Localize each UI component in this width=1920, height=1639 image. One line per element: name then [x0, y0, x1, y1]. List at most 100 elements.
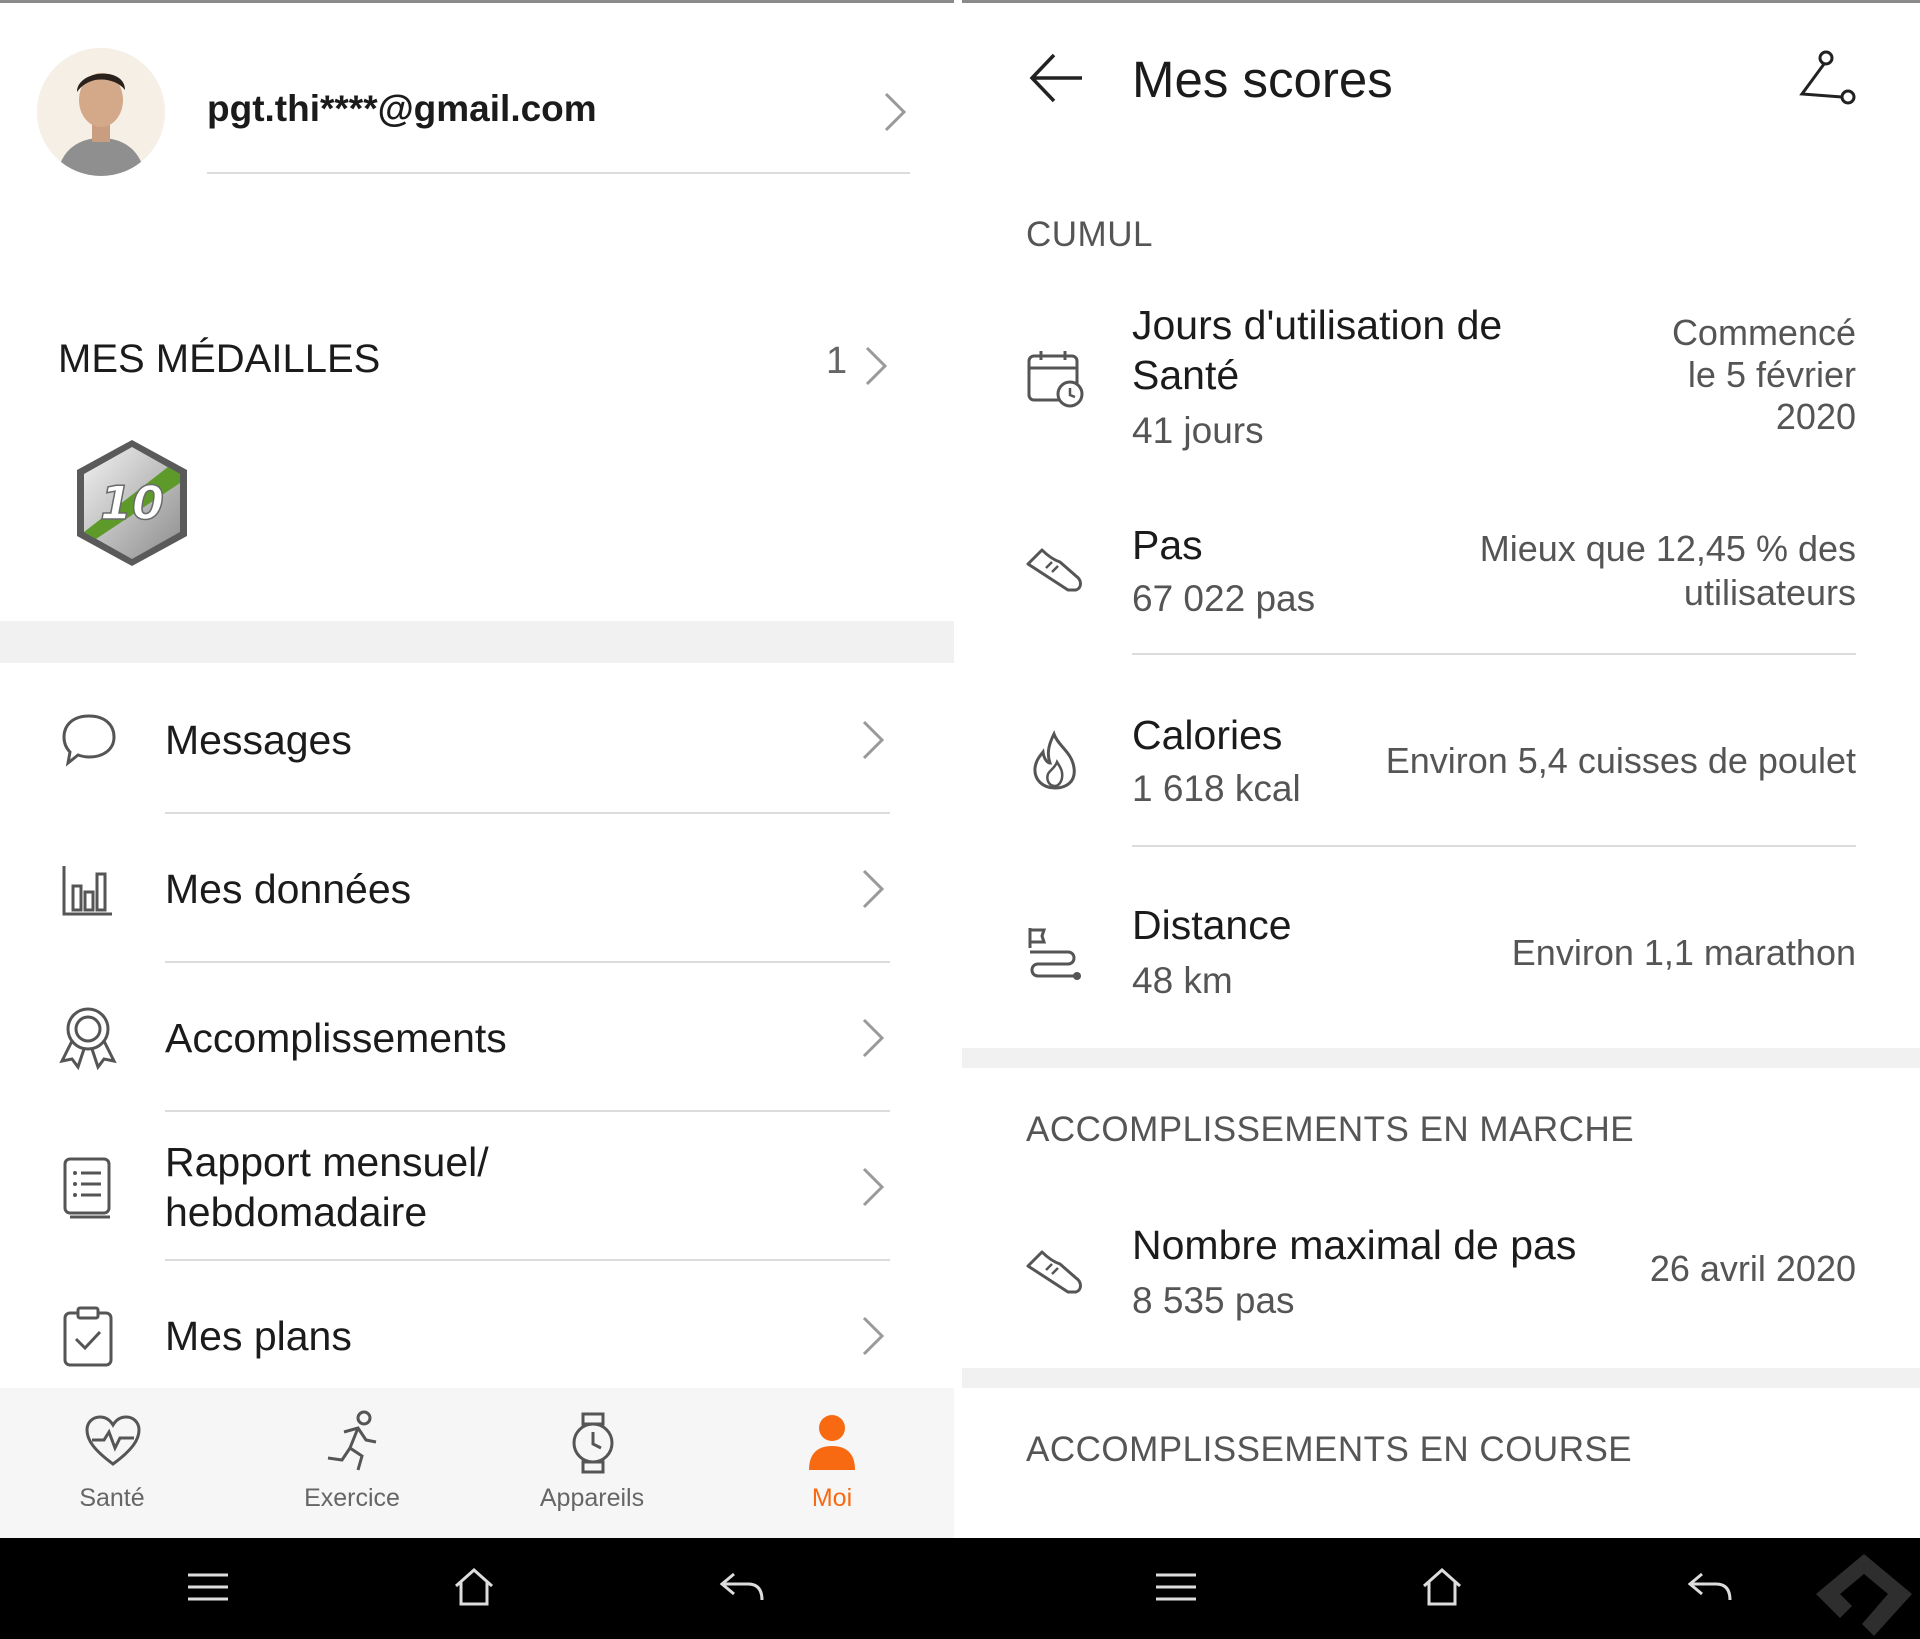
score-row-calories: Calories 1 618 kcal Environ 5,4 cuisses …: [962, 690, 1920, 840]
score-note: Commencé: [1671, 312, 1856, 353]
flame-icon: [1033, 730, 1076, 790]
section-heading: CUMUL: [1026, 215, 1153, 254]
menu-item-label: Messages: [165, 717, 352, 763]
tab-appareils[interactable]: Appareils: [492, 1388, 692, 1538]
score-title: Calories: [1132, 712, 1283, 758]
home-icon[interactable]: [1420, 1566, 1464, 1608]
medals-link[interactable]: 1: [818, 336, 898, 396]
score-row-distance: Distance 48 km Environ 1,1 marathon: [962, 880, 1920, 1030]
menu-item-accomplissements[interactable]: Accomplissements: [0, 963, 954, 1111]
watermark-logo-icon: [1816, 1554, 1912, 1636]
section-separator: [962, 1368, 1920, 1388]
score-note: 26 avril 2020: [1649, 1248, 1856, 1289]
menu-icon[interactable]: [1154, 1572, 1198, 1602]
award-icon: [59, 1007, 117, 1071]
back-arrow-icon[interactable]: [1028, 52, 1084, 104]
chevron-right-icon: [862, 1316, 885, 1356]
score-value: 1 618 kcal: [1132, 768, 1301, 809]
back-icon[interactable]: [1686, 1570, 1732, 1604]
medals-count: 1: [826, 340, 848, 382]
divider: [1132, 653, 1856, 655]
calendar-clock-icon: [1027, 351, 1084, 408]
running-icon: [327, 1410, 377, 1471]
chevron-right-icon: [862, 869, 885, 909]
score-row-steps: Pas 67 022 pas Mieux que 12,45 % des uti…: [962, 510, 1920, 650]
share-route-icon[interactable]: [1794, 50, 1856, 106]
bar-chart-icon: [62, 866, 112, 916]
tab-label: Appareils: [539, 1484, 645, 1512]
score-row-max-steps: Nombre maximal de pas 8 535 pas 26 avril…: [962, 1200, 1920, 1350]
avatar[interactable]: [37, 48, 165, 176]
score-note-line3: 2020: [1775, 396, 1856, 437]
medal-badge[interactable]: 10: [70, 437, 194, 569]
bottom-tab-bar: Santé Exercice Appareils Moi: [0, 1388, 954, 1538]
chevron-right-icon: [884, 92, 907, 132]
menu-item-label: Rapport mensuel/: [165, 1139, 489, 1185]
chevron-right-icon: [862, 1018, 885, 1058]
medal-number: 10: [100, 476, 164, 530]
score-title-line2: Santé: [1132, 352, 1240, 398]
report-icon: [63, 1157, 111, 1219]
shoe-icon: [1026, 1250, 1082, 1294]
menu-item-label: Accomplissements: [165, 1015, 507, 1061]
menu-item-mes-plans[interactable]: Mes plans: [0, 1261, 954, 1388]
score-value: 67 022 pas: [1132, 578, 1316, 619]
medals-heading: MES MÉDAILLES: [58, 337, 381, 381]
tab-label: Moi: [811, 1484, 853, 1512]
account-row[interactable]: pgt.thi****@gmail.com: [30, 40, 910, 180]
heart-pulse-icon: [85, 1415, 141, 1466]
person-icon: [809, 1415, 855, 1470]
score-value: 48 km: [1132, 960, 1233, 1001]
tab-exercice[interactable]: Exercice: [252, 1388, 452, 1538]
tab-label: Santé: [79, 1484, 145, 1512]
system-nav-bar: [0, 1538, 954, 1639]
score-value: 8 535 pas: [1132, 1280, 1295, 1321]
score-note-line2: le 5 février: [1687, 354, 1856, 395]
score-title: Jours d'utilisation de: [1132, 302, 1503, 348]
chevron-right-icon: [862, 720, 885, 760]
tab-sante[interactable]: Santé: [12, 1388, 212, 1538]
menu-item-label: Mes données: [165, 866, 412, 912]
watch-icon: [572, 1412, 614, 1474]
panel-gap: [954, 0, 962, 1538]
profile-panel: pgt.thi****@gmail.com MES MÉDAILLES 1 10: [0, 0, 954, 1538]
chat-bubble-icon: [62, 714, 116, 767]
tab-moi[interactable]: Moi: [732, 1388, 932, 1538]
divider: [1132, 845, 1856, 847]
menu-item-mes-donnees[interactable]: Mes données: [0, 814, 954, 962]
score-note: Environ 5,4 cuisses de poulet: [1385, 740, 1856, 781]
medal-hexagon-icon: 10: [77, 440, 187, 566]
score-note: Environ 1,1 marathon: [1511, 932, 1856, 973]
score-title: Distance: [1132, 902, 1292, 948]
score-title: Pas: [1132, 522, 1203, 568]
menu-icon[interactable]: [186, 1572, 230, 1602]
score-row-days: Jours d'utilisation de Santé 41 jours Co…: [962, 290, 1920, 470]
section-separator: [962, 1048, 1920, 1068]
tab-label: Exercice: [304, 1484, 400, 1512]
score-title: Nombre maximal de pas: [1132, 1222, 1577, 1268]
menu-item-label: Mes plans: [165, 1313, 352, 1359]
route-flag-icon: [1028, 928, 1081, 980]
section-heading: ACCOMPLISSEMENTS EN COURSE: [1026, 1430, 1633, 1469]
clipboard-check-icon: [63, 1306, 113, 1367]
top-edge: [962, 0, 1920, 3]
nav-gap: [954, 1538, 962, 1639]
menu-item-messages[interactable]: Messages: [0, 665, 954, 813]
page-title: Mes scores: [1132, 51, 1393, 108]
menu-item-label-line2: hebdomadaire: [165, 1189, 428, 1235]
divider: [207, 172, 910, 174]
score-value: 41 jours: [1132, 410, 1264, 451]
top-edge: [0, 0, 954, 3]
scores-panel: Mes scores CUMUL Jours d'utilisation de …: [962, 0, 1920, 1538]
back-icon[interactable]: [718, 1570, 764, 1604]
menu-item-rapport[interactable]: Rapport mensuel/ hebdomadaire: [0, 1112, 954, 1260]
score-note: Mieux que 12,45 % des: [1479, 528, 1856, 569]
home-icon[interactable]: [452, 1566, 496, 1608]
section-heading: ACCOMPLISSEMENTS EN MARCHE: [1026, 1110, 1635, 1149]
system-nav-bar: [962, 1538, 1920, 1639]
account-email: pgt.thi****@gmail.com: [207, 88, 597, 129]
shoe-icon: [1026, 548, 1082, 592]
chevron-right-icon: [865, 346, 888, 386]
score-note-line2: utilisateurs: [1683, 572, 1856, 613]
section-separator: [0, 621, 954, 663]
